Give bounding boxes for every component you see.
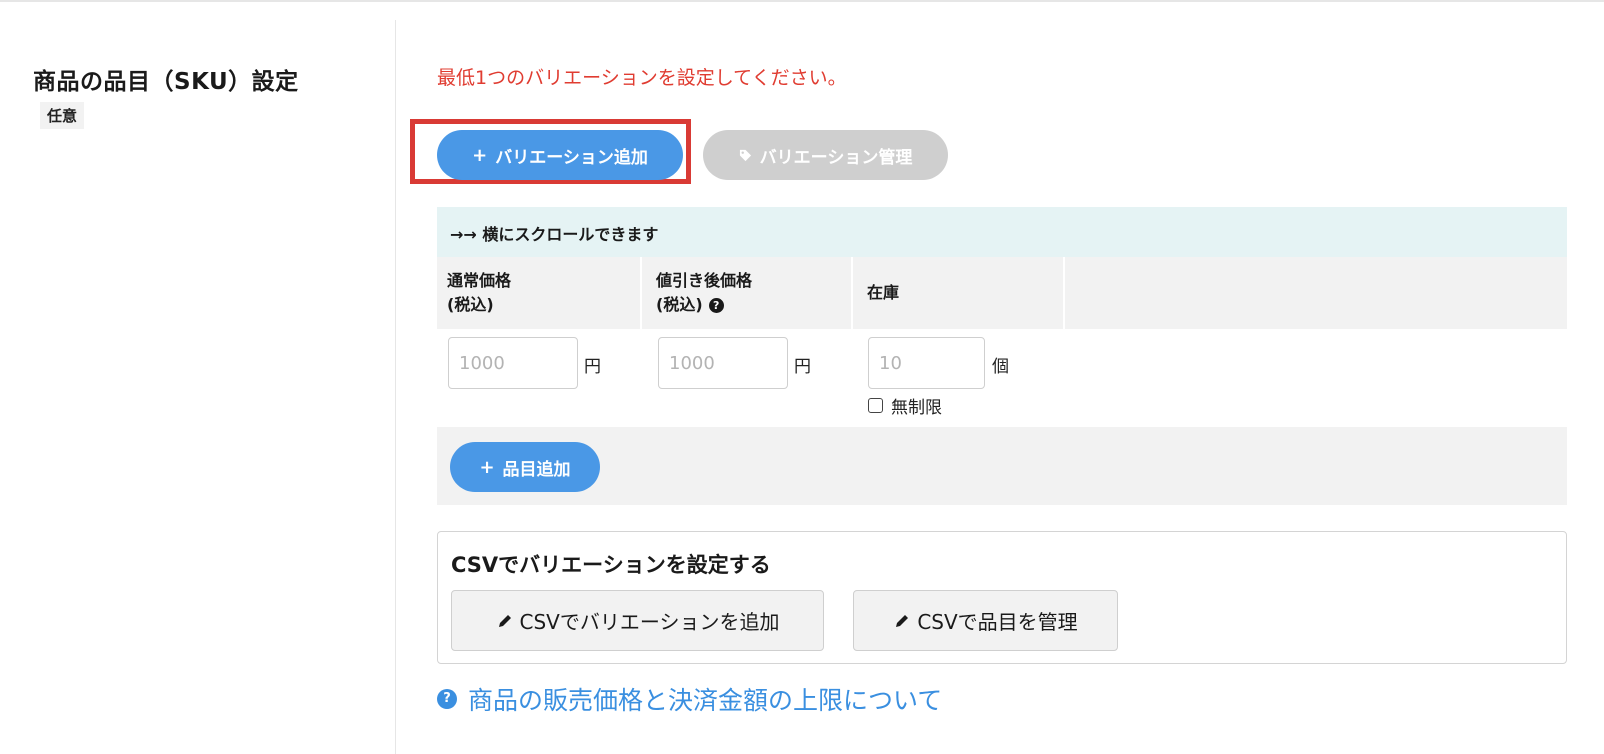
column-divider xyxy=(395,20,396,754)
sale-price-unit: 円 xyxy=(794,357,811,377)
csv-manage-items-button[interactable]: CSVで品目を管理 xyxy=(853,590,1118,651)
header-stock-label: 在庫 xyxy=(867,283,900,302)
csv-add-variation-button[interactable]: CSVでバリエーションを追加 xyxy=(451,590,824,651)
add-variation-label: バリエーション追加 xyxy=(495,147,648,168)
price-limit-info-label: 商品の販売価格と決済金額の上限について xyxy=(468,686,943,715)
scroll-hint-bar: →→ 横にスクロールできます xyxy=(437,207,1567,257)
unlimited-label: 無制限 xyxy=(891,398,942,418)
sale-price-input[interactable] xyxy=(658,337,788,389)
header-sale-price: 値引き後価格 (税込)? xyxy=(642,257,853,329)
header-sale-price-label: 値引き後価格 xyxy=(656,271,753,290)
header-regular-price: 通常価格 (税込) xyxy=(437,257,642,329)
manage-variation-button[interactable]: バリエーション管理 xyxy=(703,130,948,180)
csv-manage-items-label: CSVで品目を管理 xyxy=(917,610,1078,634)
header-regular-price-tax: (税込) xyxy=(447,295,494,314)
question-circle-icon[interactable]: ? xyxy=(708,298,724,313)
add-item-button[interactable]: + 品目追加 xyxy=(450,442,600,492)
header-regular-price-label: 通常価格 xyxy=(447,271,512,290)
header-sale-price-tax: (税込) xyxy=(656,295,703,314)
unlimited-checkbox[interactable] xyxy=(868,398,883,413)
add-item-label: 品目追加 xyxy=(502,459,571,480)
csv-add-variation-label: CSVでバリエーションを追加 xyxy=(519,610,780,634)
unlimited-stock-option[interactable]: 無制限 xyxy=(868,393,942,418)
pencil-icon xyxy=(498,614,511,627)
tag-icon xyxy=(739,149,751,161)
add-variation-button[interactable]: + バリエーション追加 xyxy=(437,130,683,180)
csv-panel: CSVでバリエーションを設定する CSVでバリエーションを追加 CSVで品目を管… xyxy=(437,531,1567,664)
csv-panel-title: CSVでバリエーションを設定する xyxy=(451,553,771,577)
header-stock: 在庫 xyxy=(853,257,1065,329)
stock-unit: 個 xyxy=(992,357,1009,377)
add-item-bar xyxy=(437,427,1567,505)
stock-input[interactable] xyxy=(868,337,985,389)
price-limit-info-link[interactable]: ? 商品の販売価格と決済金額の上限について xyxy=(437,681,942,717)
manage-variation-label: バリエーション管理 xyxy=(759,147,913,168)
section-title: 商品の品目（SKU）設定 xyxy=(33,69,299,95)
scroll-hint-text: →→ 横にスクロールできます xyxy=(450,225,659,244)
pencil-icon xyxy=(896,614,909,627)
regular-price-unit: 円 xyxy=(584,357,601,377)
regular-price-input[interactable] xyxy=(448,337,578,389)
plus-icon: + xyxy=(479,456,495,478)
optional-badge: 任意 xyxy=(40,102,85,129)
plus-icon: + xyxy=(472,144,488,166)
top-border xyxy=(0,0,1604,2)
question-circle-icon: ? xyxy=(437,689,457,709)
error-message: 最低1つのバリエーションを設定してください。 xyxy=(437,67,847,89)
sku-table-header: 通常価格 (税込) 値引き後価格 (税込)? 在庫 xyxy=(437,257,1567,329)
